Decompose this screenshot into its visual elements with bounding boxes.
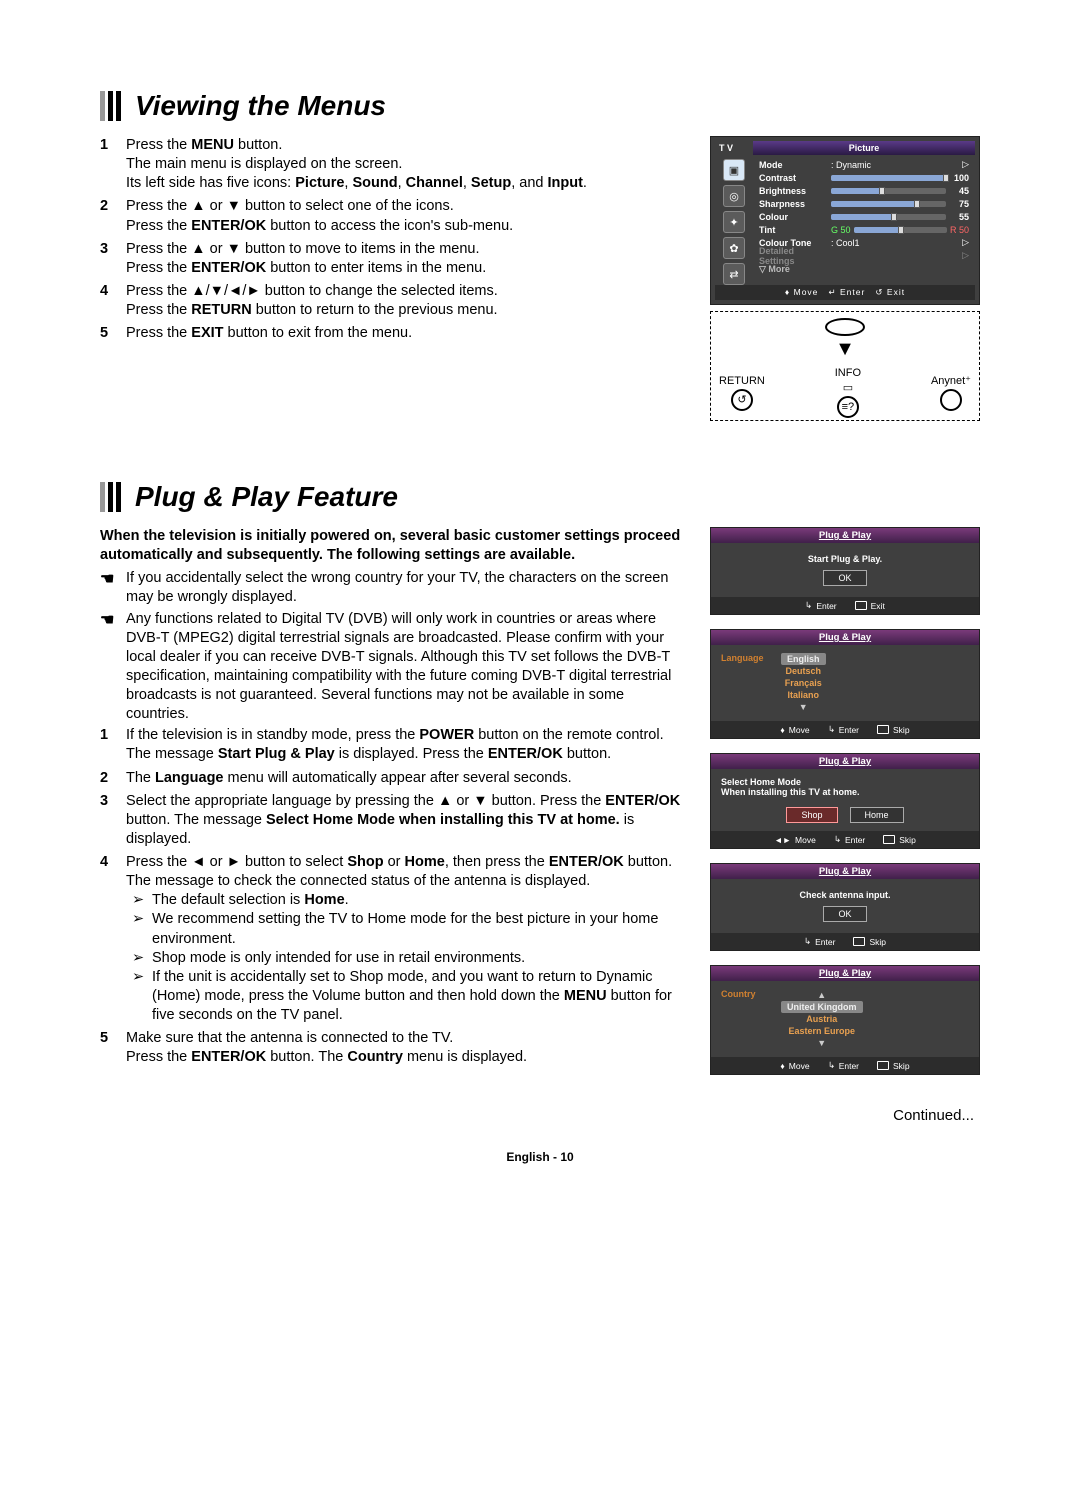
note-item: ☚Any functions related to Digital TV (DV… bbox=[100, 610, 688, 725]
down-arrow-icon: ▼ bbox=[781, 1037, 863, 1049]
info-label: INFO ▭ bbox=[835, 367, 861, 394]
info-button-icon: ≡? bbox=[837, 396, 859, 418]
osd-foot-enter: Enter bbox=[839, 1061, 859, 1071]
section-2-steps: 1If the television is in standby mode, p… bbox=[100, 726, 688, 1067]
step-item: 5Make sure that the antenna is connected… bbox=[100, 1029, 688, 1067]
up-arrow-icon: ▲ bbox=[781, 989, 863, 1001]
menu-footer: ♦ Move ↵ Enter ↺ Exit bbox=[715, 285, 975, 300]
input-icon: ⇄ bbox=[723, 263, 745, 285]
osd-country: Plug & Play Country ▲United KingdomAustr… bbox=[710, 965, 980, 1075]
return-button-icon: ↺ bbox=[731, 389, 753, 411]
ok-button: OK bbox=[823, 570, 866, 586]
osd-title: Plug & Play bbox=[711, 966, 979, 981]
menu-row: Detailed Settings▷ bbox=[759, 249, 969, 262]
menu-row: Contrast100 bbox=[759, 171, 969, 184]
step-item: 1Press the MENU button.The main menu is … bbox=[100, 136, 688, 193]
osd-foot-skip: Skip bbox=[893, 725, 910, 735]
menu-row: TintG 50R 50 bbox=[759, 223, 969, 236]
title-bars-icon bbox=[100, 482, 121, 512]
step-item: 1If the television is in standby mode, p… bbox=[100, 726, 688, 764]
picture-icon: ▣ bbox=[723, 159, 745, 181]
step-item: 5Press the EXIT button to exit from the … bbox=[100, 324, 688, 343]
intro-text: When the television is initially powered… bbox=[100, 527, 688, 565]
language-options: EnglishDeutschFrançaisItaliano▼ bbox=[781, 653, 826, 713]
osd-title: Plug & Play bbox=[711, 630, 979, 645]
country-option: Austria bbox=[781, 1013, 863, 1025]
heading-viewing-menus: Viewing the Menus bbox=[135, 90, 386, 122]
home-msg-1: Select Home Mode bbox=[721, 777, 801, 787]
menu-row: Colour55 bbox=[759, 210, 969, 223]
osd-foot-move: Move bbox=[795, 835, 816, 845]
setup-icon: ✿ bbox=[723, 237, 745, 259]
country-label: Country bbox=[721, 989, 781, 1049]
down-arrow-icon: ▼ bbox=[781, 701, 826, 713]
osd-foot-skip: Skip bbox=[899, 835, 916, 845]
osd-antenna: Plug & Play Check antenna input. OK Ente… bbox=[710, 863, 980, 951]
language-option: English bbox=[781, 653, 826, 665]
heading-plug-play: Plug & Play Feature bbox=[135, 481, 398, 513]
step-item: 4Press the ▲/▼/◄/► button to change the … bbox=[100, 282, 688, 320]
section-1-title: Viewing the Menus bbox=[100, 90, 980, 122]
osd-title: Plug & Play bbox=[711, 754, 979, 769]
nav-pad-icon bbox=[825, 318, 865, 336]
osd-foot-move: Move bbox=[789, 725, 810, 735]
menu-items: Mode: Dynamic ▷Contrast100Brightness45Sh… bbox=[753, 155, 975, 285]
osd-foot-exit: Exit bbox=[871, 601, 885, 611]
menu-title: Picture bbox=[753, 141, 975, 155]
osd-foot-skip: Skip bbox=[869, 937, 886, 947]
anynet-button-icon bbox=[940, 389, 962, 411]
country-options: ▲United KingdomAustriaEastern Europe▼ bbox=[781, 989, 863, 1049]
section-1-content: 1Press the MENU button.The main menu is … bbox=[100, 136, 980, 421]
sound-icon: ◎ bbox=[723, 185, 745, 207]
menu-tv-label: T V bbox=[715, 141, 753, 155]
osd-foot-skip: Skip bbox=[893, 1061, 910, 1071]
section-1-steps: 1Press the MENU button.The main menu is … bbox=[100, 136, 688, 343]
osd-start: Plug & Play Start Plug & Play. OK Enter … bbox=[710, 527, 980, 615]
menu-row: Brightness45 bbox=[759, 184, 969, 197]
remote-diagram: ▼ RETURN↺ INFO ▭≡? Anynet⁺ COLOR BUTTON bbox=[710, 311, 980, 421]
shop-button: Shop bbox=[786, 807, 837, 823]
title-bars-icon bbox=[100, 91, 121, 121]
menu-foot-move: Move bbox=[794, 287, 819, 297]
osd-foot-enter: Enter bbox=[815, 937, 835, 947]
return-label: RETURN bbox=[719, 375, 765, 387]
menu-sidebar-icons: ▣ ◎ ✦ ✿ ⇄ bbox=[715, 155, 753, 285]
language-option: Français bbox=[781, 677, 826, 689]
language-option: Italiano bbox=[781, 689, 826, 701]
menu-foot-enter: Enter bbox=[840, 287, 865, 297]
osd-start-msg: Start Plug & Play. bbox=[808, 554, 882, 564]
continued-label: Continued... bbox=[100, 1107, 980, 1124]
language-label: Language bbox=[721, 653, 781, 713]
osd-antenna-msg: Check antenna input. bbox=[799, 890, 890, 900]
step-item: 3Press the ▲ or ▼ button to move to item… bbox=[100, 240, 688, 278]
step-item: 2Press the ▲ or ▼ button to select one o… bbox=[100, 197, 688, 235]
page-footer: English - 10 bbox=[100, 1150, 980, 1164]
osd-language: Plug & Play Language EnglishDeutschFranç… bbox=[710, 629, 980, 739]
note-item: ☚If you accidentally select the wrong co… bbox=[100, 569, 688, 607]
tv-menu-screenshot: T V Picture ▣ ◎ ✦ ✿ ⇄ Mode: Dynamic ▷Con… bbox=[710, 136, 980, 305]
step-item: 2The Language menu will automatically ap… bbox=[100, 769, 688, 788]
osd-foot-enter: Enter bbox=[845, 835, 865, 845]
home-button: Home bbox=[850, 807, 904, 823]
step-item: 3Select the appropriate language by pres… bbox=[100, 792, 688, 849]
osd-title: Plug & Play bbox=[711, 528, 979, 543]
home-msg-2: When installing this TV at home. bbox=[721, 787, 860, 797]
menu-foot-exit: Exit bbox=[887, 287, 905, 297]
step-item: 4Press the ◄ or ► button to select Shop … bbox=[100, 853, 688, 1025]
language-option: Deutsch bbox=[781, 665, 826, 677]
osd-home-mode: Plug & Play Select Home ModeWhen install… bbox=[710, 753, 980, 849]
osd-title: Plug & Play bbox=[711, 864, 979, 879]
section-2-title: Plug & Play Feature bbox=[100, 481, 980, 513]
down-arrow-icon: ▼ bbox=[835, 338, 855, 361]
osd-foot-enter: Enter bbox=[816, 601, 836, 611]
channel-icon: ✦ bbox=[723, 211, 745, 233]
country-option: United Kingdom bbox=[781, 1001, 863, 1013]
menu-row: Sharpness75 bbox=[759, 197, 969, 210]
ok-button: OK bbox=[823, 906, 866, 922]
country-option: Eastern Europe bbox=[781, 1025, 863, 1037]
menu-row: Mode: Dynamic ▷ bbox=[759, 158, 969, 171]
osd-foot-move: Move bbox=[789, 1061, 810, 1071]
osd-foot-enter: Enter bbox=[839, 725, 859, 735]
anynet-label: Anynet⁺ bbox=[931, 374, 971, 387]
